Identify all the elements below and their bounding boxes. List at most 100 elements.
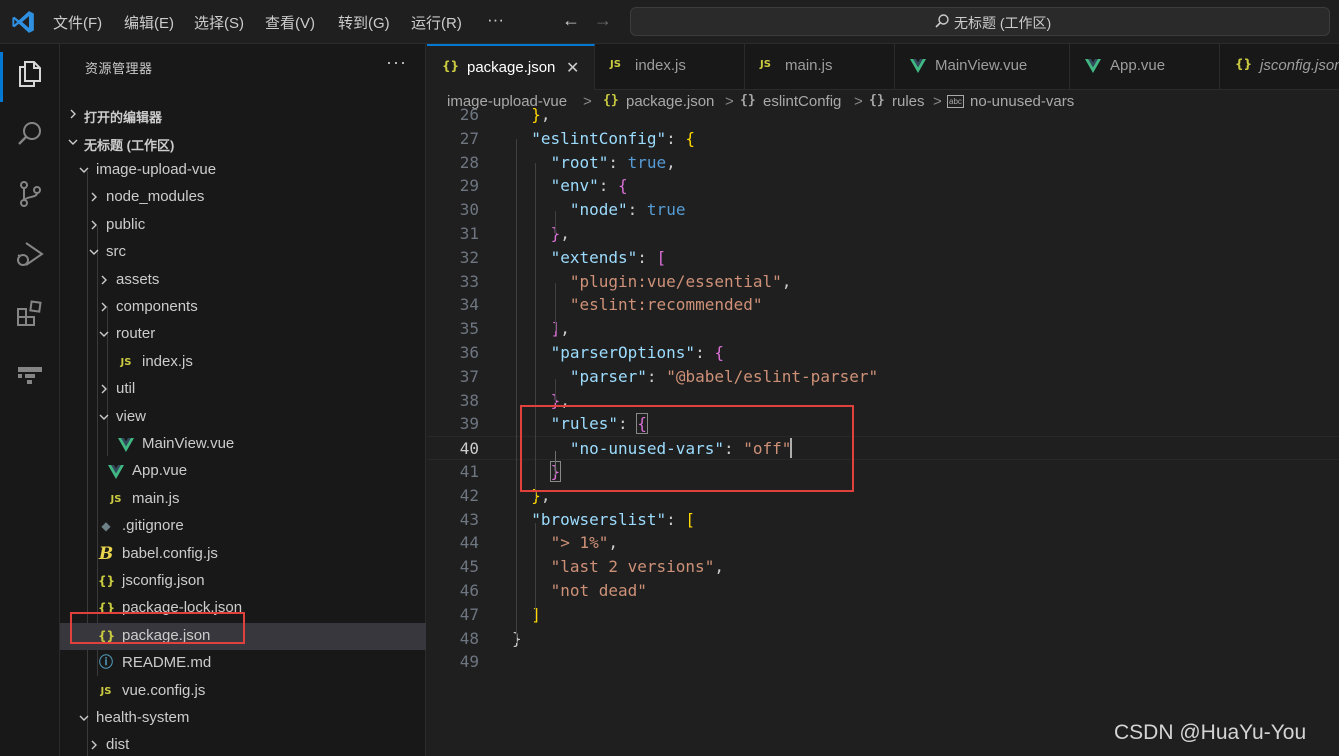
run-debug-icon[interactable] (14, 238, 46, 270)
line-number: 27 (459, 128, 479, 148)
tree-file[interactable]: {} jsconfig.json (60, 568, 426, 595)
back-arrow-icon[interactable]: ← (562, 10, 580, 31)
chevron-right-icon[interactable] (88, 739, 100, 751)
chevron-down-icon[interactable] (98, 328, 110, 340)
tree-folder[interactable]: src (60, 239, 426, 266)
tree-folder[interactable]: util (60, 376, 426, 403)
code-text: ], (551, 319, 570, 339)
tree-file[interactable]: ⓘ README.md (60, 650, 426, 677)
tree-file[interactable]: JS index.js (60, 349, 426, 376)
code-text: "parser": "@babel/eslint-parser" (569, 366, 879, 386)
code-line: 29 "env": { (427, 174, 1339, 198)
package-json-highlight-box (70, 612, 245, 644)
code-line: 44 "> 1%", (427, 531, 1339, 555)
forward-arrow-icon[interactable]: → (594, 10, 612, 31)
chevron-down-icon[interactable] (78, 164, 90, 176)
line-number: 26 (459, 105, 479, 124)
tree-file[interactable]: Bbabel.config.js (60, 541, 426, 568)
chevron-right-icon[interactable] (98, 274, 110, 286)
tree-folder[interactable]: health-system (60, 705, 426, 732)
menu-selection[interactable]: 选择(S) (194, 12, 244, 33)
tree-file[interactable]: JS main.js (60, 486, 426, 513)
tree-folder[interactable]: image-upload-vue (60, 157, 426, 184)
js-file-icon: JS (100, 685, 112, 697)
tab-main-js[interactable]: JS main.js (745, 44, 895, 90)
indent-guide (535, 523, 536, 619)
code-line: 36 "parserOptions": { (427, 341, 1339, 365)
line-number: 38 (459, 390, 479, 410)
chevron-right-icon[interactable] (88, 191, 100, 203)
chevron-right-icon[interactable] (98, 301, 110, 313)
tab-package-json[interactable]: {} package.json ✕ (427, 44, 595, 90)
code-line: 28 "root": true, (427, 151, 1339, 175)
vue-file-icon (1085, 59, 1101, 73)
menu-edit[interactable]: 编辑(E) (124, 12, 174, 33)
menu-file[interactable]: 文件(F) (53, 12, 102, 33)
remote-explorer-icon[interactable] (14, 358, 46, 390)
line-number: 29 (459, 176, 479, 196)
menu-go[interactable]: 转到(G) (338, 12, 390, 33)
tree-item-label: dist (106, 736, 130, 754)
vue-file-icon (108, 465, 124, 480)
indent-guide (555, 211, 556, 235)
activity-bar (0, 44, 60, 756)
explorer-files-icon[interactable] (14, 58, 46, 90)
tree-folder[interactable]: assets (60, 267, 426, 294)
menu-view[interactable]: 查看(V) (265, 12, 315, 33)
open-editors-section[interactable]: 打开的编辑器 (60, 101, 426, 128)
code-line: 45 "last 2 versions", (427, 555, 1339, 579)
workspace-section[interactable]: 无标题 (工作区) (60, 129, 426, 156)
explorer-title: 资源管理器 (85, 61, 153, 76)
vscode-logo-icon[interactable] (10, 9, 36, 35)
line-number: 48 (459, 628, 479, 648)
code-line: 27 "eslintConfig": { (427, 127, 1339, 151)
code-line: 43 "browserslist": [ (427, 508, 1339, 532)
tree-item-label: main.js (132, 489, 180, 507)
chevron-down-icon[interactable] (78, 712, 90, 724)
explorer-more-icon[interactable]: ··· (386, 52, 407, 73)
chevron-right-icon[interactable] (67, 108, 79, 120)
chevron-right-icon[interactable] (88, 219, 100, 231)
menu-more-icon[interactable]: ··· (487, 10, 504, 30)
code-line: 33 "plugin:vue/essential", (427, 270, 1339, 294)
tree-file[interactable]: JS vue.config.js (60, 678, 426, 705)
code-line: 26 }, (427, 103, 1339, 127)
chevron-down-icon[interactable] (98, 411, 110, 423)
extensions-icon[interactable] (14, 298, 46, 330)
line-number: 28 (459, 152, 479, 172)
git-file-icon: ◆ (101, 519, 111, 534)
line-number: 37 (459, 366, 479, 386)
json-file-icon: {} (98, 574, 116, 588)
code-text: "env": { (550, 176, 628, 196)
tab-label: index.js (635, 57, 686, 74)
tree-folder[interactable]: view (60, 404, 426, 431)
search-icon[interactable] (14, 118, 46, 150)
tree-item-label: util (116, 380, 136, 398)
tab-mainview-vue[interactable]: MainView.vue (895, 44, 1070, 90)
tree-folder[interactable]: public (60, 212, 426, 239)
tree-file[interactable]: ◆ .gitignore (60, 513, 426, 540)
code-line: 46 "not dead" (427, 579, 1339, 603)
menu-run[interactable]: 运行(R) (411, 12, 462, 33)
tree-folder[interactable]: dist (60, 732, 426, 756)
chevron-down-icon[interactable] (88, 246, 100, 258)
indent-guide (516, 139, 517, 643)
tab-app-vue[interactable]: App.vue (1070, 44, 1220, 90)
tab-jsconfig-json[interactable]: {} jsconfig.json (1220, 44, 1339, 90)
command-center-search[interactable]: 无标题 (工作区) (630, 7, 1330, 36)
json-file-icon: {} (1235, 57, 1253, 71)
source-control-icon[interactable] (14, 178, 46, 210)
tree-file[interactable]: App.vue (60, 458, 426, 485)
tree-file[interactable]: MainView.vue (60, 431, 426, 458)
chevron-right-icon[interactable] (98, 383, 110, 395)
tree-folder[interactable]: router (60, 321, 426, 348)
chevron-down-icon[interactable] (67, 136, 79, 148)
code-line: 34 "eslint:recommended" (427, 293, 1339, 317)
tree-folder[interactable]: components (60, 294, 426, 321)
vue-file-icon (910, 59, 926, 73)
tree-item-label: node_modules (106, 188, 205, 206)
tree-folder[interactable]: node_modules (60, 184, 426, 211)
tab-index-js[interactable]: JS index.js (595, 44, 745, 90)
close-icon[interactable]: ✕ (566, 58, 579, 78)
code-text: "last 2 versions", (550, 557, 724, 577)
